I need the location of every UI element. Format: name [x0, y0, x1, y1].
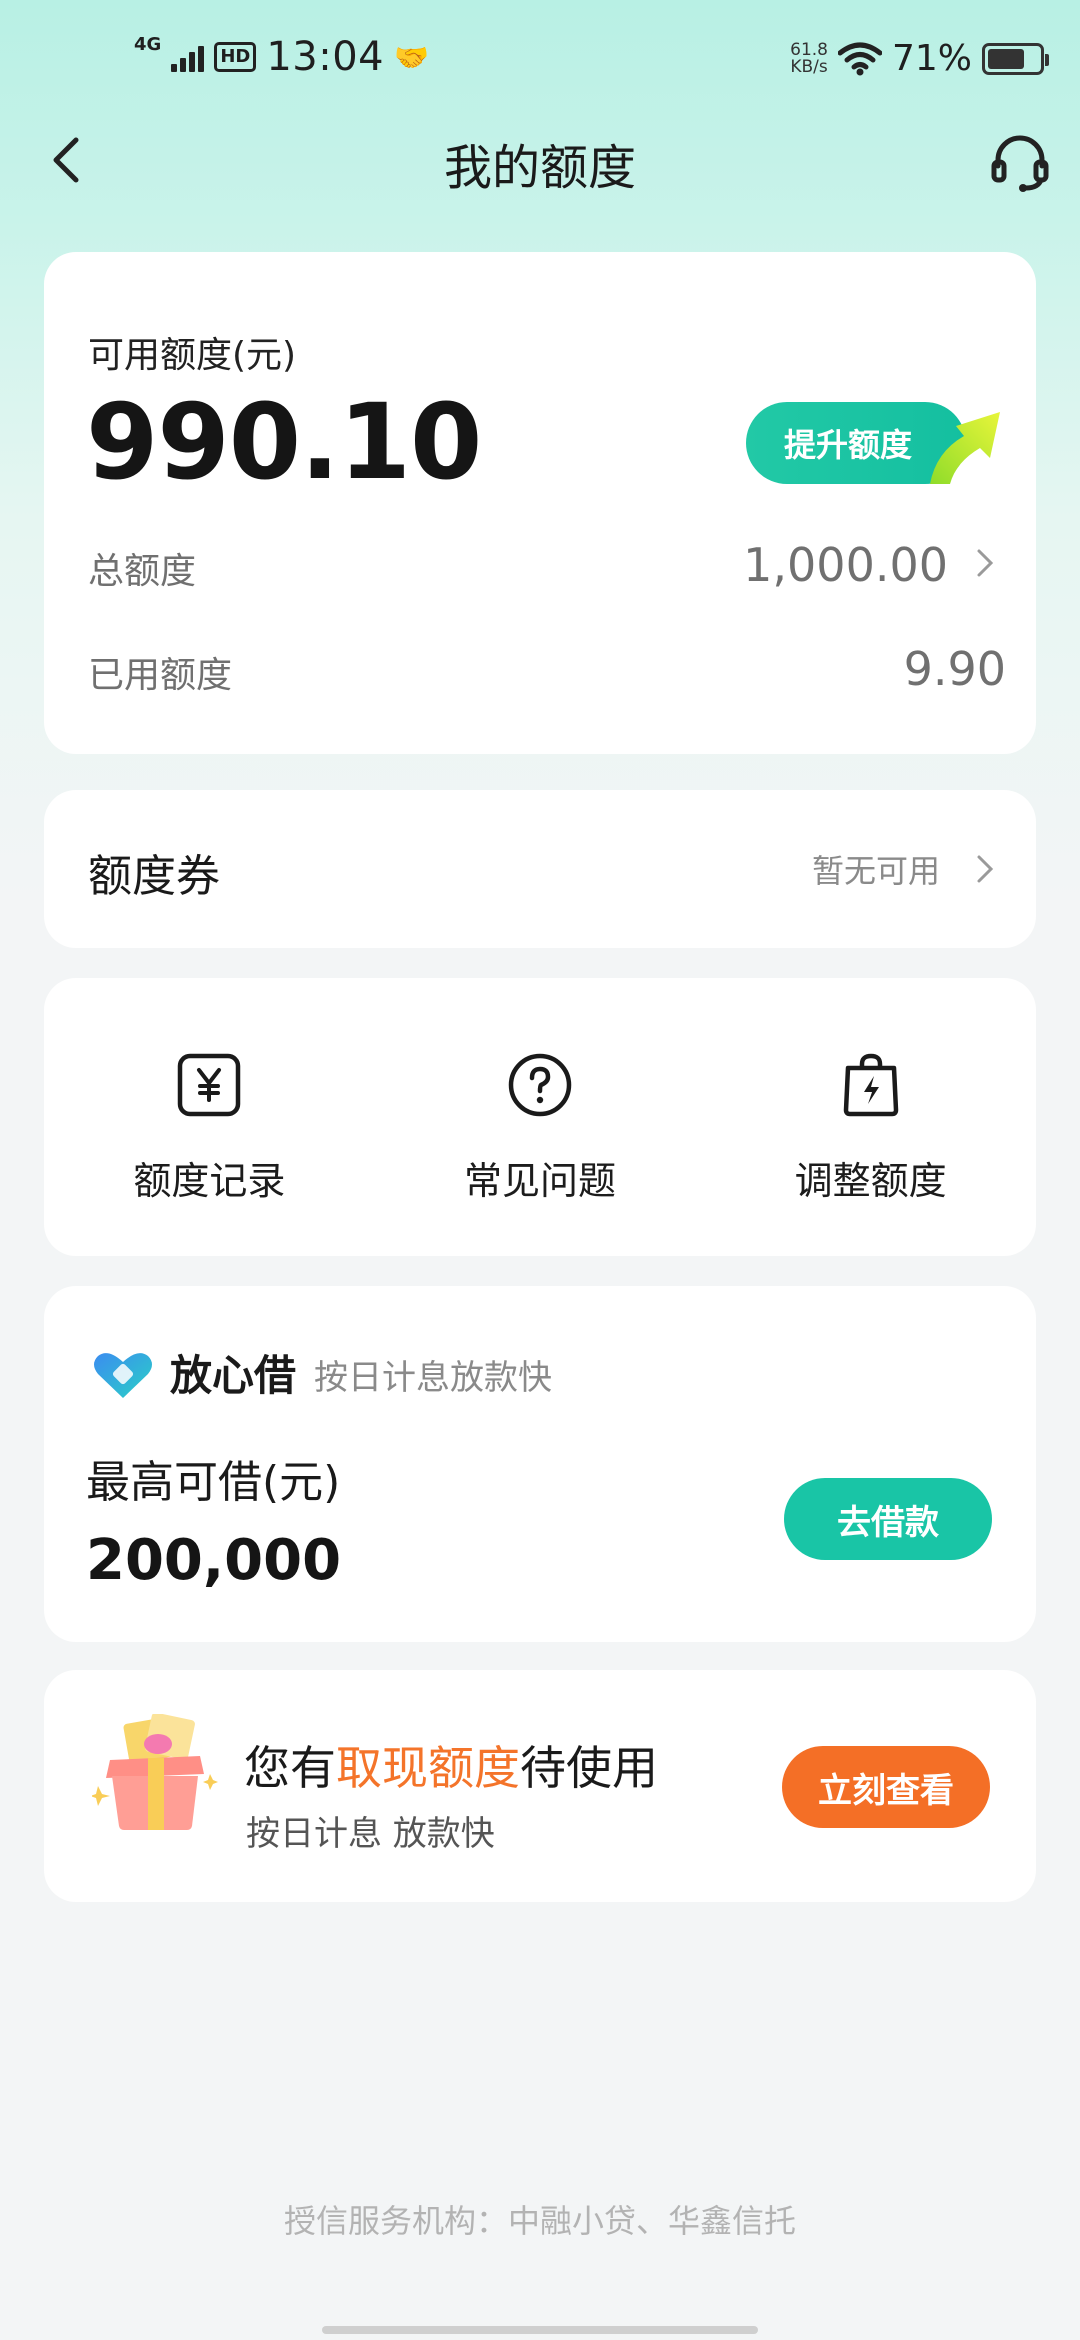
used-quota-label: 已用额度	[88, 655, 233, 696]
cash-title-after: 待使用	[520, 1741, 658, 1795]
hd-badge: HD	[214, 42, 257, 72]
action-label: 额度记录	[133, 1159, 286, 1203]
total-quota-row[interactable]: 总额度 1,000.00	[44, 538, 1036, 622]
cash-quota-subtitle: 按日计息 放款快	[246, 1814, 495, 1854]
action-label: 调整额度	[794, 1159, 947, 1203]
cash-title-highlight: 取现额度	[336, 1741, 520, 1795]
battery-icon	[982, 42, 1049, 75]
page-title: 我的额度	[443, 140, 636, 196]
action-faq[interactable]: 常见问题	[375, 978, 706, 1256]
view-now-button[interactable]: 立刻查看	[782, 1746, 990, 1828]
network-type: 4G	[134, 34, 162, 55]
action-adjust-quota[interactable]: 调整额度	[705, 978, 1036, 1256]
bolt-bag-icon	[843, 1053, 898, 1117]
used-quota-value: 9.90	[903, 642, 1006, 696]
battery-fill	[988, 48, 1024, 69]
loan-card: 放心借 按日计息放款快 最高可借(元) 200,000 去借款	[44, 1286, 1036, 1642]
status-bar: 4G HD 13:04 🤝 61.8 KB/s 71%	[0, 0, 1080, 120]
quick-actions-card: 额度记录 常见问题 调整额度	[44, 978, 1036, 1256]
raise-quota-button[interactable]: 提升额度	[746, 392, 1006, 488]
wifi-icon	[837, 42, 882, 75]
cash-quota-card: 您有取现额度待使用 按日计息 放款快 立刻查看	[44, 1670, 1036, 1902]
cash-title-before: 您有	[244, 1741, 336, 1795]
clock: 13:04	[266, 34, 385, 80]
loan-brand: 放心借	[170, 1351, 297, 1400]
heart-logo-icon	[94, 1353, 152, 1398]
status-bar-left: 4G HD 13:04 🤝	[134, 34, 429, 80]
app-header: 我的额度	[0, 110, 1080, 210]
loan-max-label: 最高可借(元)	[86, 1457, 341, 1508]
coupon-status: 暂无可用	[811, 852, 940, 890]
quota-card: 可用额度(元) 990.10 提升额度 总额度 1,000.00 已用额度 9.…	[44, 252, 1036, 754]
borrow-button[interactable]: 去借款	[784, 1478, 992, 1560]
loan-slogan: 按日计息放款快	[314, 1358, 552, 1398]
home-indicator[interactable]	[322, 2326, 758, 2334]
action-label: 常见问题	[464, 1159, 617, 1203]
action-quota-record[interactable]: 额度记录	[44, 978, 375, 1256]
gift-box-icon	[92, 1714, 218, 1830]
signal-icon	[171, 42, 205, 72]
credit-institution-note: 授信服务机构：中融小贷、华鑫信托	[283, 2202, 796, 2240]
coupon-title: 额度券	[88, 851, 220, 902]
loan-max-value: 200,000	[86, 1528, 342, 1593]
chevron-right-icon	[977, 549, 994, 577]
status-bar-right: 61.8 KB/s 71%	[790, 38, 1049, 79]
yuan-record-icon	[178, 1053, 241, 1117]
chevron-right-icon	[977, 855, 994, 883]
headset-icon[interactable]	[986, 128, 1054, 196]
battery-percent: 71%	[891, 38, 972, 79]
network-speed-unit: KB/s	[790, 56, 828, 77]
network-speed-value: 61.8	[790, 39, 828, 60]
quota-coupon-row[interactable]: 额度券 暂无可用	[44, 790, 1036, 948]
cash-quota-title: 您有取现额度待使用	[244, 1732, 658, 1798]
total-quota-value: 1,000.00	[743, 538, 948, 592]
total-quota-label: 总额度	[88, 551, 197, 592]
question-icon	[508, 1053, 572, 1117]
available-quota-amount: 990.10	[86, 381, 482, 503]
network-speed: 61.8 KB/s	[790, 39, 828, 77]
available-quota-label: 可用额度(元)	[88, 335, 297, 376]
up-arrow-icon	[930, 412, 1000, 484]
handshake-icon: 🤝	[394, 40, 429, 74]
